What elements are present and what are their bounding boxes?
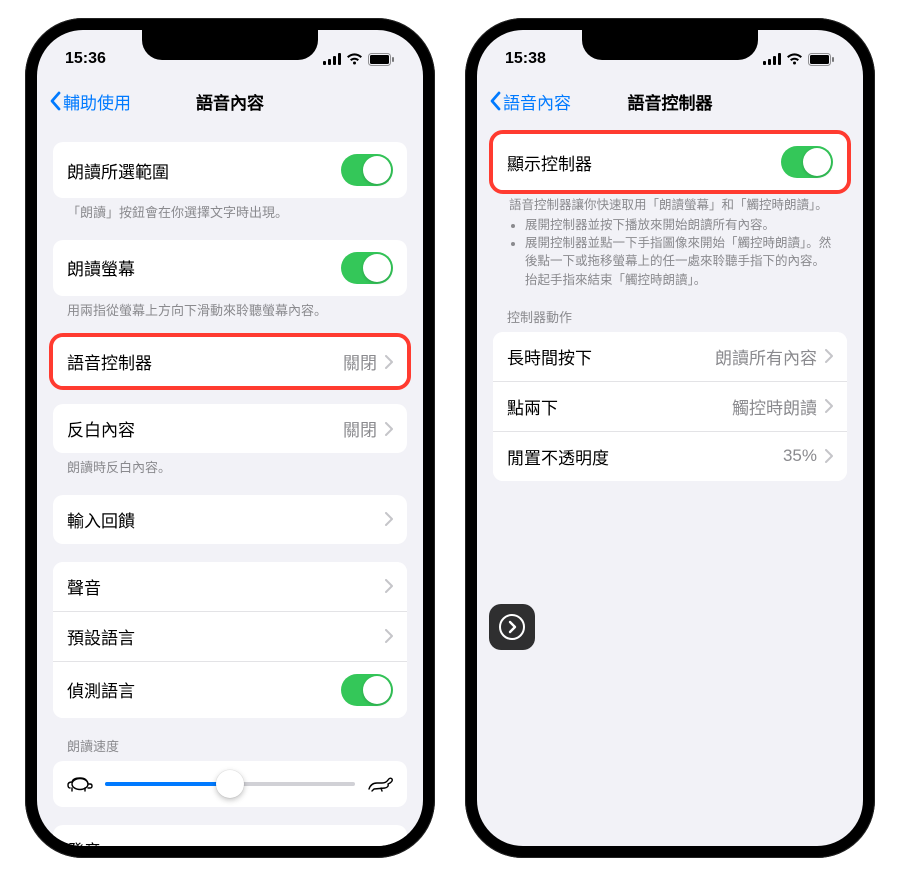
settings-content[interactable]: 朗讀所選範圍 「朗讀」按鈕會在你選擇文字時出現。 朗讀螢幕 用兩指從螢幕上方向下… (37, 124, 423, 846)
chevron-right-circle-icon (499, 614, 525, 640)
nav-bar: 輔助使用 語音內容 (37, 78, 423, 124)
back-label: 語音內容 (503, 89, 571, 114)
pronunciations-label: 發音 (67, 837, 101, 846)
typing-feedback-row[interactable]: 輸入回饋 (53, 495, 407, 544)
long-press-value: 朗讀所有內容 (715, 344, 817, 369)
battery-icon (368, 53, 395, 66)
highlight-content-footer: 朗讀時反白內容。 (53, 453, 407, 477)
double-tap-value: 觸控時朗讀 (732, 394, 817, 419)
speak-screen-label: 朗讀螢幕 (67, 255, 135, 280)
speak-selection-toggle[interactable] (341, 154, 393, 186)
signal-icon (323, 53, 341, 65)
idle-opacity-value: 35% (783, 446, 817, 466)
show-controller-toggle[interactable] (781, 146, 833, 178)
speech-controller-label: 語音控制器 (67, 349, 152, 374)
back-label: 輔助使用 (63, 89, 131, 114)
voices-label: 聲音 (67, 574, 101, 599)
chevron-left-icon (489, 91, 501, 111)
back-button[interactable]: 輔助使用 (49, 89, 131, 114)
controller-actions-group: 長時間按下 朗讀所有內容 點兩下 觸控時朗讀 (493, 332, 847, 481)
chevron-right-icon (825, 349, 833, 363)
highlight-box: 顯示控制器 (489, 130, 851, 194)
default-language-row[interactable]: 預設語言 (53, 611, 407, 661)
hare-icon (367, 775, 393, 793)
chevron-right-icon (385, 512, 393, 526)
voices-row[interactable]: 聲音 (53, 562, 407, 611)
show-controller-label: 顯示控制器 (507, 150, 592, 175)
slider-fill (105, 782, 230, 786)
default-language-label: 預設語言 (67, 624, 135, 649)
speak-selection-label: 朗讀所選範圍 (67, 158, 169, 183)
controller-actions-header: 控制器動作 (493, 307, 847, 332)
pronunciations-row[interactable]: 發音 (53, 825, 407, 846)
speaking-rate-slider[interactable] (105, 782, 355, 786)
signal-icon (763, 53, 781, 65)
notch (142, 30, 318, 60)
chevron-right-icon (385, 629, 393, 643)
double-tap-row[interactable]: 點兩下 觸控時朗讀 (493, 381, 847, 431)
status-icons (323, 53, 395, 66)
speech-floating-controller[interactable] (489, 604, 535, 650)
speaking-rate-header: 朗讀速度 (53, 736, 407, 761)
detect-languages-toggle[interactable] (341, 674, 393, 706)
highlight-content-value: 關閉 (343, 416, 377, 441)
speak-screen-toggle[interactable] (341, 252, 393, 284)
long-press-label: 長時間按下 (507, 344, 592, 369)
status-icons (763, 53, 835, 66)
highlight-content-row[interactable]: 反白內容 關閉 (53, 404, 407, 453)
screen: 15:36 輔助使用 語音內容 朗讀所選範圍 「朗讀」按鈕會在你選擇文字時出現。 (37, 30, 423, 846)
show-controller-row[interactable]: 顯示控制器 (493, 134, 847, 190)
double-tap-label: 點兩下 (507, 394, 558, 419)
chevron-right-icon (825, 449, 833, 463)
chevron-left-icon (49, 91, 61, 111)
chevron-right-icon (825, 399, 833, 413)
slider-thumb[interactable] (216, 770, 244, 798)
speak-screen-footer: 用兩指從螢幕上方向下滑動來聆聽螢幕內容。 (53, 296, 407, 320)
highlight-box: 語音控制器 關閉 (49, 333, 411, 390)
speaking-rate-row (53, 761, 407, 807)
speech-controller-row[interactable]: 語音控制器 關閉 (53, 337, 407, 386)
controller-description: 語音控制器讓你快速取用「朗讀螢幕」和「觸控時朗讀」。 展開控制器並按下播放來開始… (493, 190, 847, 289)
speak-selection-row[interactable]: 朗讀所選範圍 (53, 142, 407, 198)
chevron-right-icon (385, 355, 393, 369)
highlight-content-label: 反白內容 (67, 416, 135, 441)
nav-bar: 語音內容 語音控制器 (477, 78, 863, 124)
voice-settings-group: 聲音 預設語言 偵測語言 (53, 562, 407, 718)
long-press-row[interactable]: 長時間按下 朗讀所有內容 (493, 332, 847, 381)
chevron-right-icon (385, 422, 393, 436)
wifi-icon (786, 53, 803, 65)
typing-feedback-label: 輸入回饋 (67, 507, 135, 532)
status-time: 15:36 (65, 50, 106, 68)
speak-selection-footer: 「朗讀」按鈕會在你選擇文字時出現。 (53, 198, 407, 222)
speech-controller-value: 關閉 (343, 349, 377, 374)
notch (582, 30, 758, 60)
chevron-right-icon (385, 579, 393, 593)
detect-languages-row[interactable]: 偵測語言 (53, 661, 407, 718)
settings-content[interactable]: 顯示控制器 語音控制器讓你快速取用「朗讀螢幕」和「觸控時朗讀」。 展開控制器並按… (477, 124, 863, 846)
screen: 15:38 語音內容 語音控制器 顯示控制器 (477, 30, 863, 846)
tortoise-icon (67, 775, 93, 793)
idle-opacity-row[interactable]: 閒置不透明度 35% (493, 431, 847, 481)
detect-languages-label: 偵測語言 (67, 677, 135, 702)
wifi-icon (346, 53, 363, 65)
status-time: 15:38 (505, 50, 546, 68)
idle-opacity-label: 閒置不透明度 (507, 444, 609, 469)
battery-icon (808, 53, 835, 66)
iphone-mockup-left: 15:36 輔助使用 語音內容 朗讀所選範圍 「朗讀」按鈕會在你選擇文字時出現。 (25, 18, 435, 858)
back-button[interactable]: 語音內容 (489, 89, 571, 114)
iphone-mockup-right: 15:38 語音內容 語音控制器 顯示控制器 (465, 18, 875, 858)
speak-screen-row[interactable]: 朗讀螢幕 (53, 240, 407, 296)
